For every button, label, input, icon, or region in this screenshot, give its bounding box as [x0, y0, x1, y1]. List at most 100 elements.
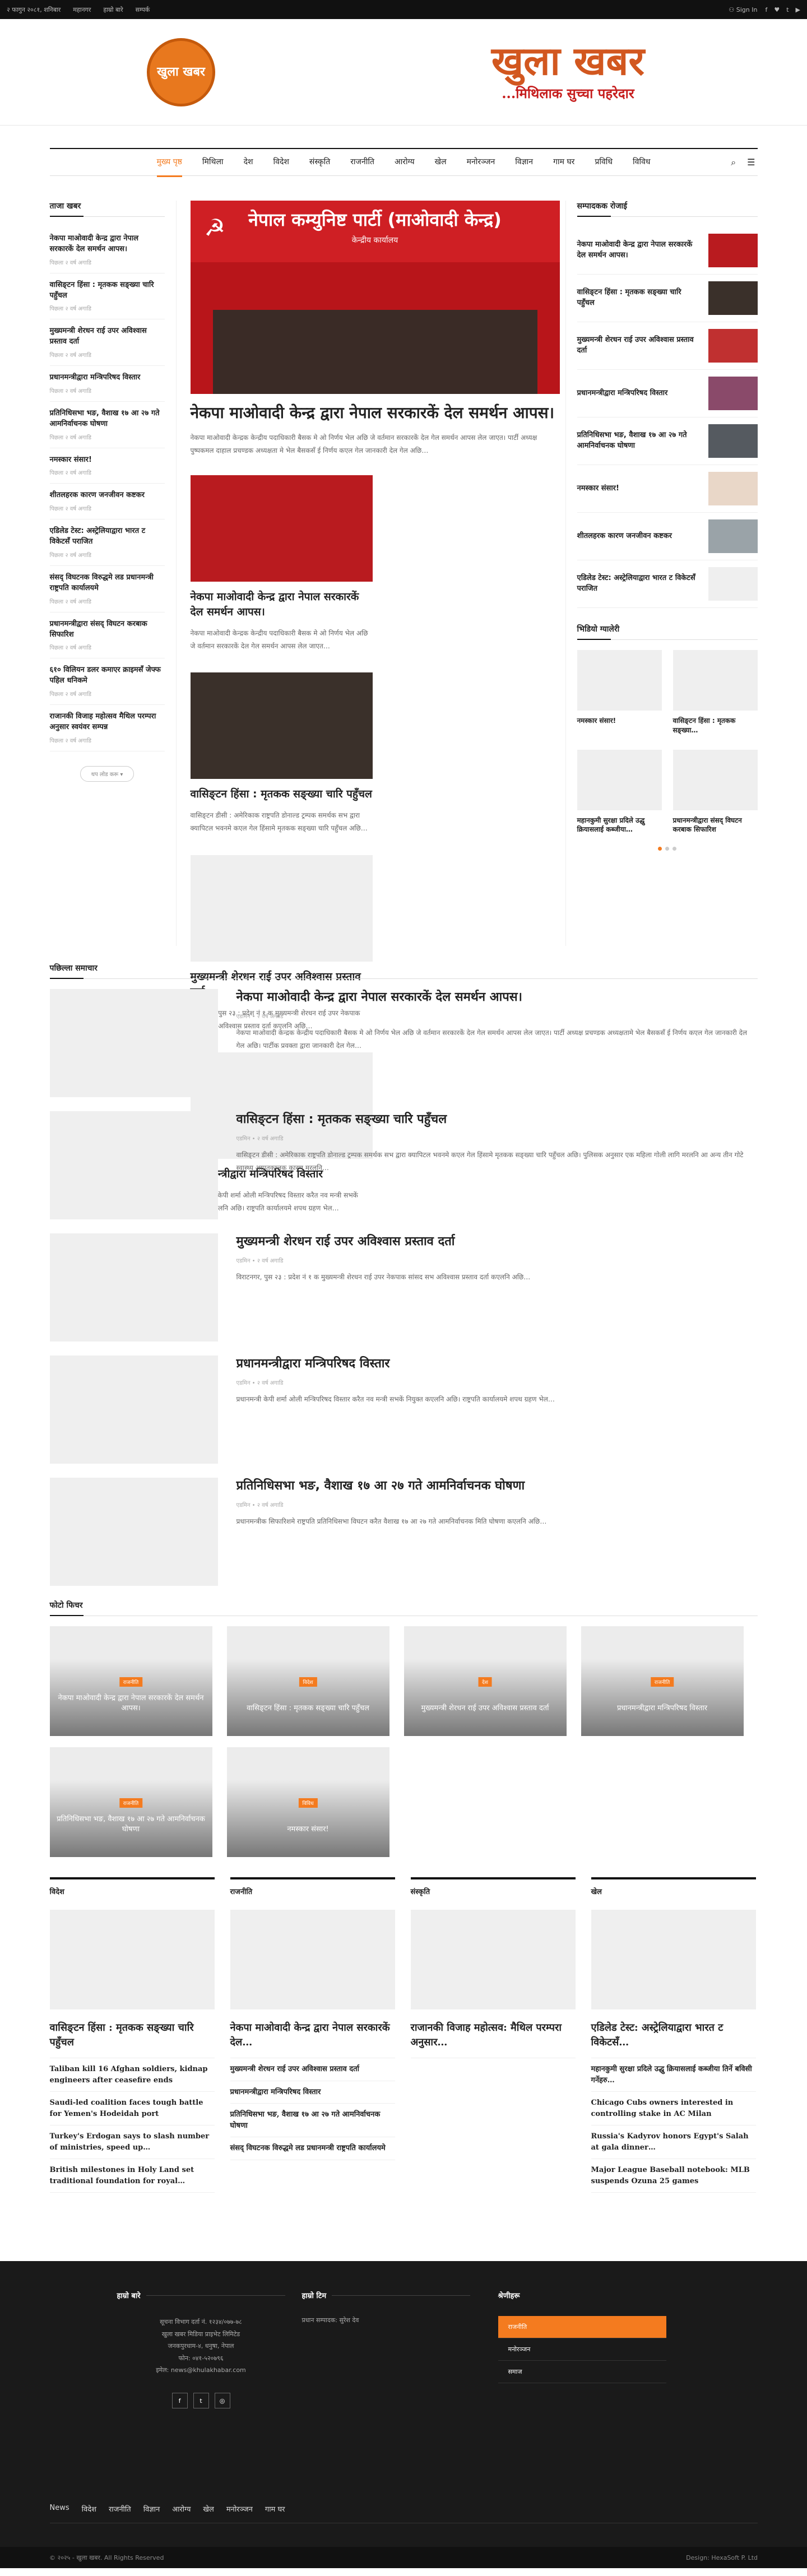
- card-image[interactable]: [190, 855, 373, 962]
- list-item[interactable]: राजानकी विजाह महोत्सव मैथिल परम्परा अनुस…: [49, 705, 165, 751]
- nav-item[interactable]: विविध: [633, 148, 650, 177]
- hero-article[interactable]: नेपाल कम्युनिष्ट पार्टी (माओवादी केन्द्र…: [190, 201, 560, 457]
- nav-item[interactable]: खेल: [435, 148, 447, 177]
- list-item[interactable]: संसद् विघटनक विरुद्धमे लड प्रधानमन्त्री …: [49, 566, 165, 612]
- video-thumbnail[interactable]: [672, 749, 758, 810]
- news-card[interactable]: वासिङ्टन हिंसा : मृतकक सङ्ख्या चारि पहुँ…: [190, 672, 373, 834]
- photo-tile[interactable]: राजनीति प्रतिनिधिसभा भङ, वैशाख १७ आ २७ गत…: [49, 1747, 212, 1857]
- list-item[interactable]: मुख्यमन्त्री शेरधन राई उपर अविश्वास प्रस…: [577, 322, 758, 370]
- instagram-icon[interactable]: ◎: [214, 2393, 230, 2409]
- recent-item[interactable]: प्रधानमन्त्रीद्वारा मन्त्रिपरिषद विस्तार…: [49, 1356, 758, 1464]
- recent-item[interactable]: मुख्यमन्त्री शेरधन राई उपर अविश्वास प्रस…: [49, 1233, 758, 1342]
- list-item[interactable]: मुख्यमन्त्री शेरधन राई उपर अविश्वास प्रस…: [49, 319, 165, 366]
- nav-item[interactable]: संस्कृति: [309, 148, 330, 177]
- recent-image[interactable]: [49, 1478, 218, 1586]
- list-item[interactable]: नेकपा माओवादी केन्द्र द्वारा नेपाल सरकार…: [49, 227, 165, 273]
- list-item[interactable]: एडिलेड टेस्ट: अस्ट्रेलियाद्वारा भारत ट व…: [49, 519, 165, 566]
- category-heading[interactable]: विदेश: [50, 1886, 215, 1896]
- photo-tile[interactable]: विदेश वासिङ्टन हिंसा : मृतकक सङ्ख्या चारि…: [226, 1626, 389, 1736]
- facebook-icon[interactable]: f: [171, 2393, 188, 2409]
- photo-tile[interactable]: विविध नमस्कार संसार!: [226, 1747, 389, 1857]
- recent-item[interactable]: नेकपा माओवादी केन्द्र द्वारा नेपाल सरकार…: [49, 989, 758, 1097]
- video-item[interactable]: वासिङ्टन हिंसा : मृतकक सङ्ख्या…: [672, 650, 758, 735]
- recent-image[interactable]: [49, 989, 218, 1097]
- photo-tile[interactable]: राजनीति प्रधानमन्त्रीद्वारा मन्त्रिपरिषद …: [581, 1626, 744, 1736]
- list-item[interactable]: प्रधानमन्त्रीद्वारा मन्त्रिपरिषद विस्तार: [577, 370, 758, 417]
- list-item[interactable]: नमस्कार संसार!: [577, 465, 758, 513]
- thumbnail[interactable]: [708, 424, 758, 458]
- list-item[interactable]: वासिङ्टन हिंसा : मृतकक सङ्ख्या चारि पहुँ…: [49, 273, 165, 320]
- top-link[interactable]: हाम्रो बारे: [103, 6, 123, 14]
- category-heading[interactable]: खेल: [591, 1886, 756, 1896]
- nav-item[interactable]: मिथिला: [202, 148, 224, 177]
- category-image[interactable]: [410, 1910, 576, 2009]
- photo-tile[interactable]: देश मुख्यमन्त्री शेरधन राई उपर अविश्वास प…: [404, 1626, 567, 1736]
- design-credit[interactable]: Design: HexaSoft P. Ltd: [686, 2554, 758, 2561]
- list-item[interactable]: प्रतिनिधिसभा भङ, वैशाख १७ आ २७ गते आमनिर…: [49, 402, 165, 448]
- facebook-icon[interactable]: f: [765, 6, 767, 13]
- thumbnail[interactable]: [708, 567, 758, 601]
- list-item[interactable]: प्रतिनिधिसभा भङ, वैशाख १७ आ २७ गते आमनिर…: [577, 417, 758, 465]
- nav-item[interactable]: विदेश: [273, 148, 289, 177]
- nav-item-home[interactable]: मुख्य पृष्ठ: [156, 148, 182, 177]
- nav-item[interactable]: प्रविधि: [595, 148, 613, 177]
- list-item[interactable]: शीतलहरक कारण जनजीवन कष्टकर पिछला २ वर्ष अ…: [49, 484, 165, 520]
- thumbnail[interactable]: [708, 377, 758, 410]
- category-heading[interactable]: संस्कृति: [411, 1886, 576, 1896]
- recent-image[interactable]: [49, 1233, 218, 1342]
- video-thumbnail[interactable]: [577, 749, 662, 810]
- hero-title[interactable]: नेकपा माओवादी केन्द्र द्वारा नेपाल सरकार…: [191, 402, 560, 424]
- category-image[interactable]: [591, 1910, 756, 2009]
- top-link[interactable]: सम्पर्क: [136, 6, 150, 14]
- nav-item[interactable]: आरोग्य: [395, 148, 415, 177]
- site-logo[interactable]: खुला खबर ...मिथिलाक सुच्चा पहरेदार: [491, 41, 644, 103]
- youtube-icon[interactable]: ▶: [796, 6, 800, 13]
- recent-item[interactable]: प्रतिनिधिसभा भङ, वैशाख १७ आ २७ गते आमनिर…: [49, 1478, 758, 1586]
- sign-in-link[interactable]: ⚇ Sign In: [729, 6, 757, 13]
- nav-item[interactable]: देश: [244, 148, 253, 177]
- photo-tile[interactable]: राजनीति नेकपा माओवादी केन्द्र द्वारा नेपा…: [49, 1626, 212, 1736]
- thumbnail[interactable]: [708, 281, 758, 315]
- category-heading[interactable]: राजनीति: [230, 1886, 395, 1896]
- thumbnail[interactable]: [708, 519, 758, 553]
- nav-item[interactable]: राजनीति: [350, 148, 374, 177]
- list-item[interactable]: वासिङ्टन हिंसा : मृतकक सङ्ख्या चारि पहुँ…: [577, 275, 758, 322]
- twitter-icon[interactable]: t: [786, 6, 789, 13]
- nav-item[interactable]: विज्ञान: [515, 148, 533, 177]
- thumbnail[interactable]: [708, 329, 758, 363]
- list-item[interactable]: ६१० विलियन डलर कमाएर क्राइमसँ जेफ्फ पहिल…: [49, 658, 165, 706]
- slider-dot[interactable]: [672, 847, 676, 851]
- menu-icon[interactable]: ☰: [747, 157, 755, 168]
- recent-item[interactable]: वासिङ्टन हिंसा : मृतकक सङ्ख्या चारि पहुँ…: [49, 1111, 758, 1219]
- footer-category-link[interactable]: समाज: [498, 2361, 666, 2384]
- nav-item[interactable]: मनोरञ्जन: [467, 148, 495, 177]
- list-item[interactable]: एडिलेड टेस्ट: अस्ट्रेलियाद्वारा भारत ट व…: [577, 560, 758, 608]
- hero-image[interactable]: नेपाल कम्युनिष्ट पार्टी (माओवादी केन्द्र…: [190, 201, 560, 394]
- video-item[interactable]: महानकुमी सुरक्षा प्रदिले उद्धु क्रियासला…: [577, 749, 662, 835]
- load-more-button[interactable]: थप लोड करू ▾: [80, 765, 134, 782]
- thumbnail[interactable]: [708, 472, 758, 505]
- video-item[interactable]: प्रधानमन्त्रीद्वारा संसद् विघटन करबाक सि…: [672, 749, 758, 835]
- list-item[interactable]: नमस्कार संसार! पिछला २ वर्ष अगाडि: [49, 448, 165, 484]
- video-item[interactable]: नमस्कार संसार!: [577, 650, 662, 735]
- list-item[interactable]: प्रधानमन्त्रीद्वारा संसद् विघटन करबाक सि…: [49, 612, 165, 659]
- footer-category-link[interactable]: राजनीति: [498, 2316, 666, 2339]
- category-image[interactable]: [230, 1910, 395, 2009]
- list-item[interactable]: नेकपा माओवादी केन्द्र द्वारा नेपाल सरकार…: [577, 227, 758, 275]
- nav-item[interactable]: गाम घर: [553, 148, 574, 177]
- twitter-icon[interactable]: t: [193, 2393, 209, 2409]
- instagram-icon[interactable]: ♥: [774, 6, 780, 13]
- card-image[interactable]: [190, 475, 373, 582]
- slider-dot[interactable]: [665, 847, 669, 851]
- category-image[interactable]: [49, 1910, 215, 2009]
- video-thumbnail[interactable]: [577, 650, 662, 711]
- recent-image[interactable]: [49, 1111, 218, 1219]
- site-seal-logo[interactable]: खुला खबर: [147, 38, 215, 106]
- search-icon[interactable]: ⌕: [731, 157, 736, 168]
- video-thumbnail[interactable]: [672, 650, 758, 711]
- list-item[interactable]: शीतलहरक कारण जनजीवन कष्टकर: [577, 513, 758, 560]
- recent-image[interactable]: [49, 1356, 218, 1464]
- top-link[interactable]: महानगर: [73, 6, 91, 14]
- card-image[interactable]: [190, 672, 373, 779]
- footer-category-link[interactable]: मनोरञ्जन: [498, 2338, 666, 2361]
